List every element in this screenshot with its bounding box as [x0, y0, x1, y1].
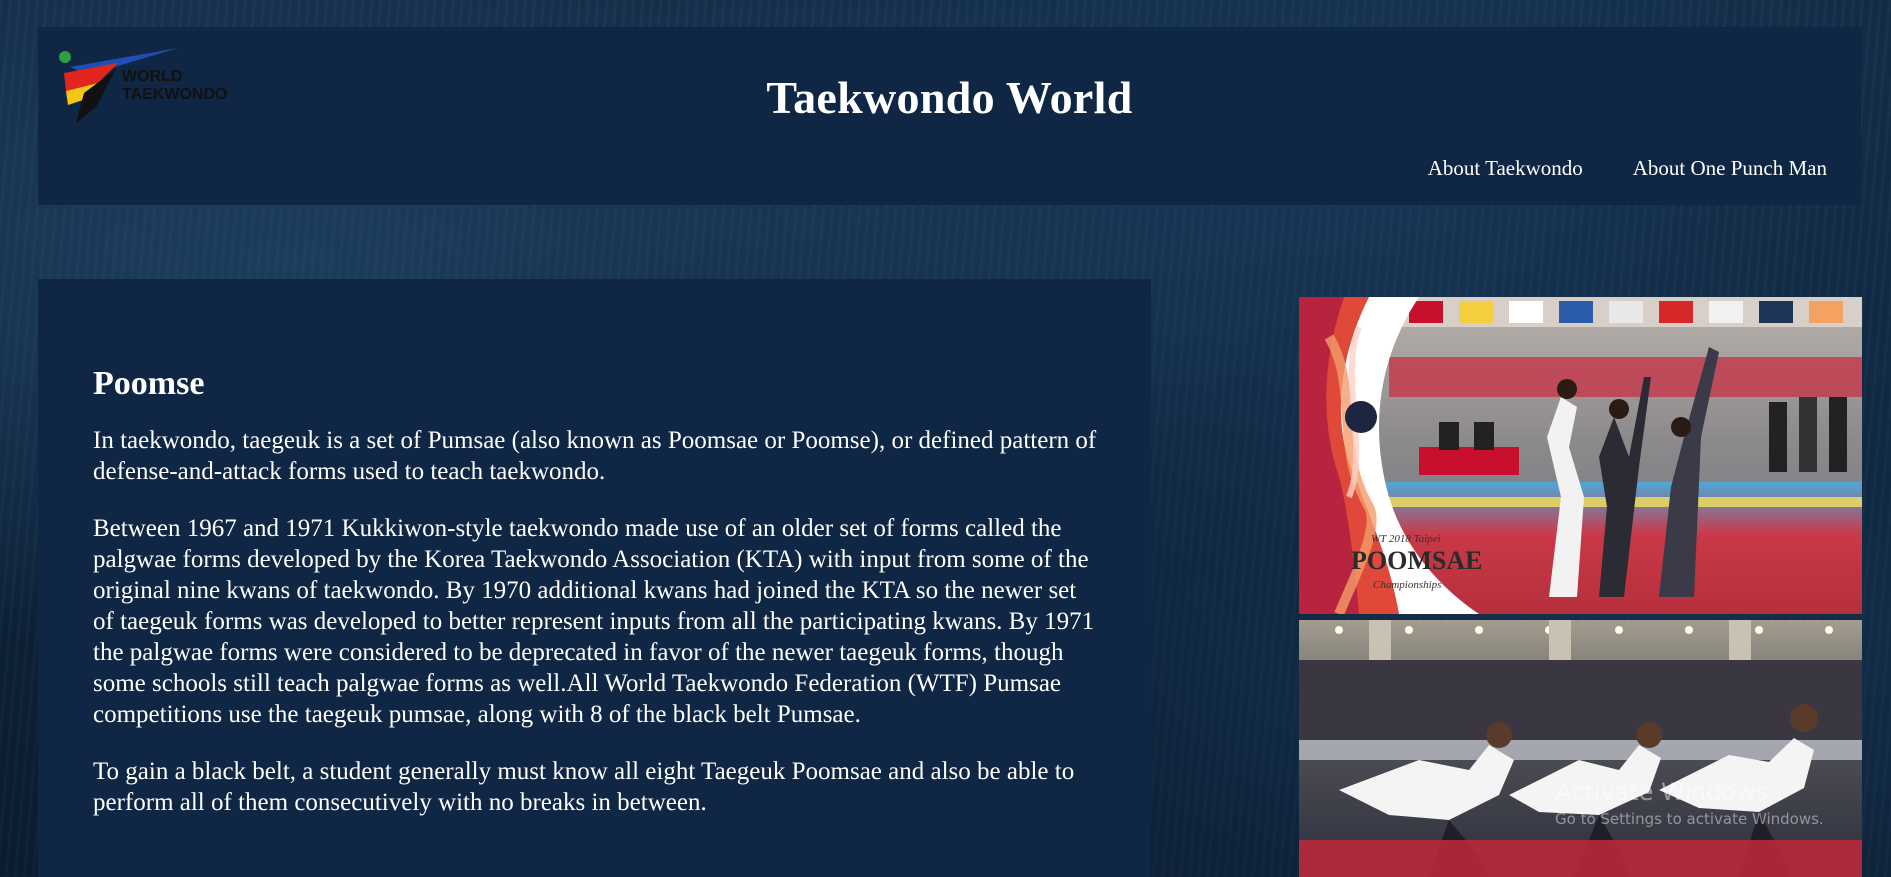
- article-paragraph-2: Between 1967 and 1971 Kukkiwon-style tae…: [93, 514, 1095, 728]
- photo1-caption-year: WT 2018 Taipei: [1371, 533, 1441, 545]
- nav-link-about-one-punch-man[interactable]: About One Punch Man: [1633, 156, 1827, 181]
- photo1-caption-sub: Championships: [1373, 579, 1441, 591]
- poomsae-championship-photo: WT 2018 Taipei POOMSAE Championships: [1299, 297, 1862, 614]
- site-header: WORLD TAEKWONDO Taekwondo World About Ta…: [38, 27, 1861, 205]
- article-paragraph-1: In taekwondo, taegeuk is a set of Pumsae…: [93, 426, 1097, 485]
- article-paragraph-3: To gain a black belt, a student generall…: [93, 757, 1075, 816]
- photo1-caption-title: POOMSAE: [1351, 546, 1482, 575]
- site-title: Taekwondo World: [766, 72, 1133, 123]
- article-panel: Poomse In taekwondo, taegeuk is a set of…: [38, 279, 1151, 877]
- team-poomsae-photo: [1299, 620, 1862, 877]
- main-nav: About Taekwondo About One Punch Man: [1428, 156, 1827, 181]
- article-heading: Poomse: [93, 365, 205, 402]
- nav-link-about-taekwondo[interactable]: About Taekwondo: [1428, 156, 1583, 181]
- article-content: Poomse In taekwondo, taegeuk is a set of…: [93, 364, 1103, 844]
